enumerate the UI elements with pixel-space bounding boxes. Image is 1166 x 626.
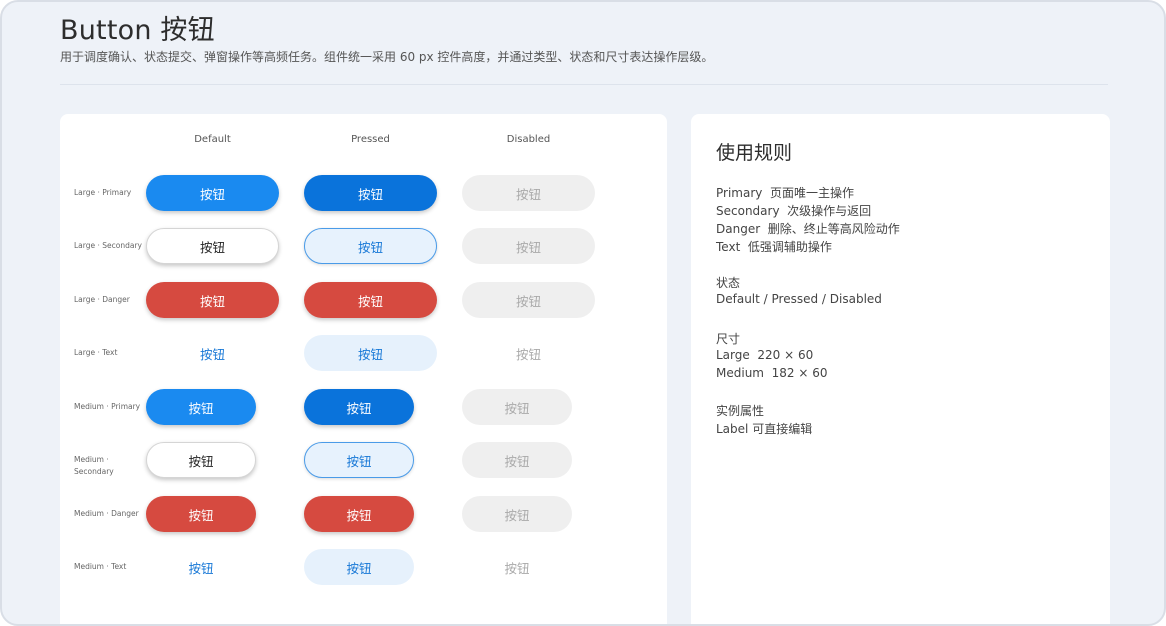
large-text-disabled-button: 按钮 [515, 346, 541, 362]
rules-states-values: Default / Pressed / Disabled [716, 292, 882, 306]
medium-text-disabled-button: 按钮 [504, 560, 530, 576]
medium-text-pressed-button[interactable]: 按钮 [304, 549, 414, 585]
row-label-medium-danger: Medium · Danger [74, 509, 139, 518]
rules-size-heading: 尺寸 [716, 332, 741, 346]
large-secondary-pressed-button[interactable]: 按钮 [304, 228, 437, 264]
rule-danger: Danger 删除、终止等高风险动作 [716, 222, 900, 236]
medium-secondary-default-button[interactable]: 按钮 [146, 442, 256, 478]
medium-text-default-button[interactable]: 按钮 [146, 549, 256, 585]
rules-title: 使用规则 [716, 142, 793, 164]
medium-danger-disabled-button: 按钮 [462, 496, 572, 532]
row-label-medium-text: Medium · Text [74, 562, 127, 571]
canvas-frame: Button 按钮 用于调度确认、状态提交、弹窗操作等高频任务。组件统一采用 6… [0, 0, 1166, 626]
header-divider [60, 84, 1108, 85]
rules-instance-heading: 实例属性 [716, 404, 765, 418]
usage-rules-panel: 使用规则 Primary 页面唯一主操作 Secondary 次级操作与返回 D… [691, 114, 1110, 624]
column-header-default: Default [194, 134, 231, 145]
column-header-pressed: Pressed [351, 134, 390, 145]
page-description: 用于调度确认、状态提交、弹窗操作等高频任务。组件统一采用 60 px 控件高度，… [60, 50, 714, 64]
row-label-large-secondary: Large · Secondary [74, 241, 142, 250]
row-label-medium-secondary-line2: Secondary [74, 467, 114, 476]
medium-danger-pressed-button[interactable]: 按钮 [304, 496, 414, 532]
row-label-large-danger: Large · Danger [74, 295, 130, 304]
medium-primary-default-button[interactable]: 按钮 [146, 389, 256, 425]
row-label-large-primary: Large · Primary [74, 188, 132, 197]
row-label-medium-primary: Medium · Primary [74, 402, 141, 411]
row-label-medium-secondary: Medium · Secondary [74, 454, 144, 478]
row-label-medium-secondary-line1: Medium · [74, 455, 109, 464]
large-danger-disabled-button: 按钮 [462, 282, 595, 318]
large-danger-default-button[interactable]: 按钮 [146, 282, 279, 318]
large-secondary-disabled-button: 按钮 [462, 228, 595, 264]
rule-secondary: Secondary 次级操作与返回 [716, 204, 872, 218]
large-primary-pressed-button[interactable]: 按钮 [304, 175, 437, 211]
rules-size-medium: Medium 182 × 60 [716, 366, 828, 380]
large-secondary-default-button[interactable]: 按钮 [146, 228, 279, 264]
column-header-disabled: Disabled [506, 134, 551, 145]
row-label-large-text: Large · Text [74, 348, 118, 357]
rule-primary: Primary 页面唯一主操作 [716, 186, 855, 200]
medium-primary-pressed-button[interactable]: 按钮 [304, 389, 414, 425]
rules-size-large: Large 220 × 60 [716, 348, 814, 362]
button-matrix-panel: Default Pressed Disabled Large · Primary… [60, 114, 667, 624]
rules-states-heading: 状态 [716, 276, 741, 290]
large-text-pressed-button[interactable]: 按钮 [304, 335, 437, 371]
large-text-default-button[interactable]: 按钮 [146, 335, 279, 371]
medium-secondary-pressed-button[interactable]: 按钮 [304, 442, 414, 478]
medium-danger-default-button[interactable]: 按钮 [146, 496, 256, 532]
rule-text: Text 低强调辅助操作 [716, 240, 832, 254]
medium-secondary-disabled-button: 按钮 [462, 442, 572, 478]
large-primary-disabled-button: 按钮 [462, 175, 595, 211]
large-primary-default-button[interactable]: 按钮 [146, 175, 279, 211]
page-title: Button 按钮 [60, 15, 215, 46]
rules-instance-label: Label 可直接编辑 [716, 422, 813, 436]
medium-primary-disabled-button: 按钮 [462, 389, 572, 425]
large-danger-pressed-button[interactable]: 按钮 [304, 282, 437, 318]
